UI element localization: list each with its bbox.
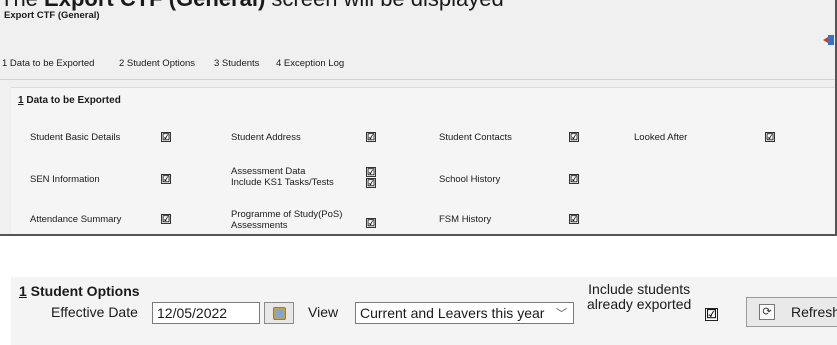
student-options-panel: 1 Student Options Effective Date 12/05/2… bbox=[11, 277, 837, 345]
export-ctf-window: Export CTF (General) 1 Data to be Export… bbox=[0, 0, 837, 236]
chevron-down-icon: ﹀ bbox=[556, 308, 567, 320]
caption-screen-name: Export CTF (General) bbox=[44, 0, 265, 11]
student-basic-details-label: Student Basic Details bbox=[30, 132, 121, 143]
panel-heading: 1 Data to be Exported bbox=[18, 95, 121, 106]
assessment-data-checkbox[interactable]: ☑ bbox=[366, 167, 376, 177]
include-exported-label-line2: already exported bbox=[587, 296, 692, 312]
looked-after-checkbox[interactable]: ☑ bbox=[765, 132, 775, 142]
attendance-summary-label: Attendance Summary bbox=[30, 214, 122, 225]
view-select-value: Current and Leavers this year bbox=[360, 305, 545, 321]
data-to-be-exported-panel: 1 Data to be Exported Student Basic Deta… bbox=[11, 87, 835, 234]
student-address-label: Student Address bbox=[231, 132, 301, 143]
tab-data-to-be-exported[interactable]: 1 Data to be Exported bbox=[2, 58, 94, 69]
student-options-heading-text: Student Options bbox=[26, 283, 140, 299]
include-exported-label-line1: Include students bbox=[588, 281, 691, 297]
tab-students[interactable]: 3 Students bbox=[214, 58, 259, 69]
school-history-label: School History bbox=[439, 174, 501, 185]
exit-door-icon[interactable] bbox=[823, 34, 835, 46]
view-select[interactable]: Current and Leavers this year ﹀ bbox=[355, 302, 574, 324]
include-exported-checkbox[interactable]: ☑ bbox=[705, 308, 718, 321]
refresh-button-label: Refresh bbox=[791, 304, 837, 320]
attendance-summary-checkbox[interactable]: ☑ bbox=[161, 214, 171, 224]
calendar-icon bbox=[273, 307, 286, 320]
pos-assessments-label: Programme of Study(PoS) bbox=[231, 209, 343, 220]
tab-student-options[interactable]: 2 Student Options bbox=[119, 58, 195, 69]
sen-information-checkbox[interactable]: ☑ bbox=[161, 174, 171, 184]
effective-date-label: Effective Date bbox=[51, 304, 138, 320]
student-options-heading: 1 Student Options bbox=[19, 283, 140, 299]
refresh-icon: ⟳ bbox=[759, 304, 775, 320]
include-ks1-label: Include KS1 Tasks/Tests bbox=[231, 177, 334, 188]
fsm-history-label: FSM History bbox=[439, 214, 492, 225]
pos-assessments-checkbox[interactable]: ☑ bbox=[366, 218, 376, 228]
assessment-data-label: Assessment Data bbox=[231, 166, 306, 177]
tab-strip: 1 Data to be Exported 2 Student Options … bbox=[0, 48, 835, 80]
tab-exception-log[interactable]: 4 Exception Log bbox=[276, 58, 344, 69]
student-basic-details-checkbox[interactable]: ☑ bbox=[161, 132, 171, 142]
student-contacts-label: Student Contacts bbox=[439, 132, 512, 143]
include-ks1-checkbox[interactable]: ☑ bbox=[366, 178, 376, 188]
sen-information-label: SEN Information bbox=[30, 174, 100, 185]
looked-after-label: Looked After bbox=[634, 132, 688, 143]
document-caption: The Export CTF (General) screen will be … bbox=[0, 0, 504, 12]
calendar-button[interactable] bbox=[264, 302, 294, 324]
view-label: View bbox=[308, 304, 339, 320]
refresh-button[interactable]: ⟳ Refresh bbox=[746, 297, 837, 327]
caption-prefix: The bbox=[0, 0, 44, 11]
panel-heading-text: Data to be Exported bbox=[23, 95, 121, 106]
student-contacts-checkbox[interactable]: ☑ bbox=[569, 132, 579, 142]
effective-date-input[interactable]: 12/05/2022 bbox=[152, 302, 260, 324]
student-address-checkbox[interactable]: ☑ bbox=[366, 132, 376, 142]
include-exported-label: Include students already exported bbox=[587, 282, 691, 312]
pos-assessments-label-line2: Assessments bbox=[231, 220, 288, 231]
student-options-heading-number: 1 bbox=[19, 283, 27, 299]
caption-suffix: screen will be displayed bbox=[265, 0, 503, 11]
fsm-history-checkbox[interactable]: ☑ bbox=[569, 214, 579, 224]
school-history-checkbox[interactable]: ☑ bbox=[569, 174, 579, 184]
